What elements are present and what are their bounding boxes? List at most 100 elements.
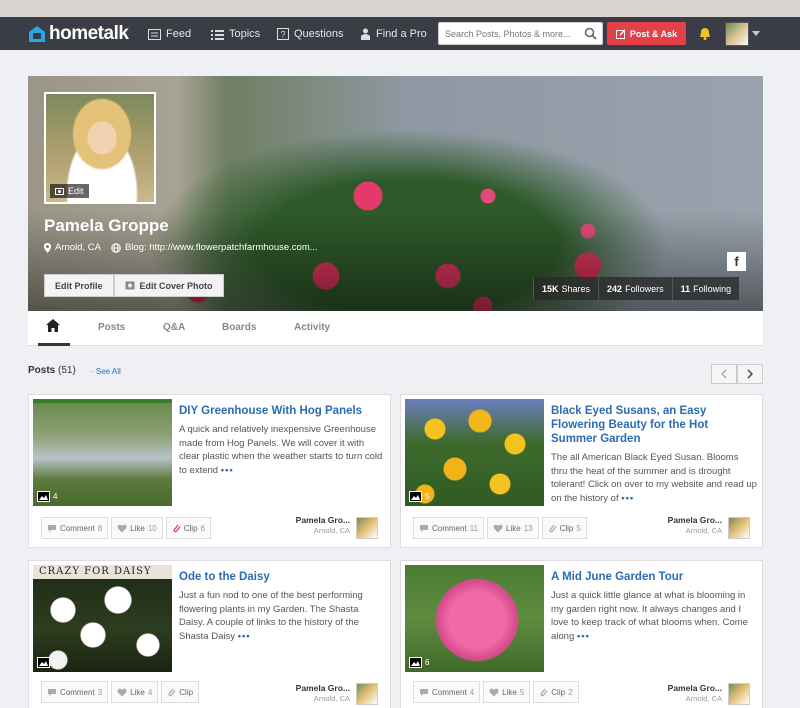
profile-meta: Arnold, CA Blog: http://www.flowerpatchf… bbox=[44, 242, 318, 253]
more-icon[interactable]: ••• bbox=[621, 493, 634, 504]
post-title[interactable]: Ode to the Daisy bbox=[179, 570, 385, 584]
nav-topics[interactable]: Topics bbox=[211, 26, 260, 42]
comment-button[interactable]: Comment 11 bbox=[413, 517, 484, 539]
post-title[interactable]: Black Eyed Susans, an Easy Flowering Bea… bbox=[551, 404, 757, 446]
active-tab-indicator bbox=[38, 343, 70, 346]
comment-button[interactable]: Comment 3 bbox=[41, 681, 109, 703]
post-actions: Comment 8 Like 10 Clip 6 bbox=[41, 517, 214, 539]
heart-icon bbox=[493, 524, 503, 532]
post-image[interactable]: 5 bbox=[405, 399, 544, 506]
more-icon[interactable]: ••• bbox=[577, 631, 590, 642]
author-name[interactable]: Pamela Gro... bbox=[668, 515, 722, 525]
tab-activity[interactable]: Activity bbox=[294, 322, 330, 333]
author-avatar[interactable] bbox=[728, 517, 750, 539]
tab-posts[interactable]: Posts bbox=[98, 322, 125, 333]
facebook-icon[interactable]: f bbox=[727, 252, 746, 271]
posts-count: (51) bbox=[58, 365, 76, 376]
posts-pager bbox=[711, 364, 763, 384]
profile-stats: 15K Shares 242 Followers 11 Following bbox=[533, 277, 740, 300]
author-name[interactable]: Pamela Gro... bbox=[296, 683, 350, 693]
post-title[interactable]: A Mid June Garden Tour bbox=[551, 570, 757, 584]
brand-name: hometalk bbox=[49, 23, 129, 44]
stat-following[interactable]: 11 Following bbox=[671, 277, 740, 300]
author-avatar[interactable] bbox=[356, 683, 378, 705]
post-author: Pamela Gro... Arnold, CA bbox=[296, 515, 350, 535]
author-location: Arnold, CA bbox=[685, 526, 722, 535]
photo-count-badge: 6 bbox=[409, 657, 429, 668]
blog-link[interactable]: Blog: http://www.flowerpatchfarmhouse.co… bbox=[111, 242, 318, 253]
photo-edit-button[interactable]: Edit bbox=[50, 184, 89, 198]
see-all-link[interactable]: · See All bbox=[91, 367, 121, 376]
bell-icon[interactable] bbox=[699, 27, 711, 40]
browser-top-strip bbox=[0, 0, 800, 17]
author-name[interactable]: Pamela Gro... bbox=[668, 683, 722, 693]
post-description: Just a quick little glance at what is bl… bbox=[551, 589, 757, 643]
edit-profile-button[interactable]: Edit Profile bbox=[44, 274, 114, 297]
paperclip-icon bbox=[549, 524, 557, 533]
tab-boards[interactable]: Boards bbox=[222, 322, 256, 333]
post-card[interactable]: CRAZY FOR DAISY 5 Ode to the Daisy Just … bbox=[28, 560, 391, 708]
more-icon[interactable]: ••• bbox=[238, 631, 251, 642]
post-description-text: Just a fun nod to one of the best perfor… bbox=[179, 590, 363, 642]
like-label: Like bbox=[130, 523, 145, 533]
user-avatar[interactable] bbox=[725, 22, 749, 46]
paperclip-icon bbox=[540, 688, 548, 697]
stat-shares[interactable]: 15K Shares bbox=[533, 277, 599, 300]
location: Arnold, CA bbox=[44, 242, 101, 253]
like-button[interactable]: Like 10 bbox=[111, 517, 163, 539]
post-card[interactable]: 4 DIY Greenhouse With Hog Panels A quick… bbox=[28, 394, 391, 548]
post-author: Pamela Gro... Arnold, CA bbox=[668, 515, 722, 535]
cover-buttons: Edit Profile Edit Cover Photo bbox=[44, 274, 224, 297]
home-icon[interactable] bbox=[46, 319, 60, 332]
stat-followers[interactable]: 242 Followers bbox=[598, 277, 672, 300]
prev-button[interactable] bbox=[711, 364, 737, 384]
post-card[interactable]: 5 Black Eyed Susans, an Easy Flowering B… bbox=[400, 394, 763, 548]
post-image[interactable]: 4 bbox=[33, 399, 172, 506]
post-image[interactable]: 6 bbox=[405, 565, 544, 672]
author-name[interactable]: Pamela Gro... bbox=[296, 515, 350, 525]
nav-questions[interactable]: ? Questions bbox=[277, 26, 344, 42]
profile-tabs: Posts Q&A Boards Activity bbox=[28, 311, 763, 346]
clip-button[interactable]: Clip 2 bbox=[533, 681, 579, 703]
post-title[interactable]: DIY Greenhouse With Hog Panels bbox=[179, 404, 385, 418]
clip-button[interactable]: Clip 5 bbox=[541, 517, 587, 539]
search-icon[interactable] bbox=[584, 27, 597, 40]
clip-label: Clip bbox=[183, 523, 198, 533]
like-button[interactable]: Like 13 bbox=[487, 517, 539, 539]
like-button[interactable]: Like 5 bbox=[483, 681, 531, 703]
clip-button[interactable]: Clip bbox=[161, 681, 200, 703]
photo-edit-label: Edit bbox=[68, 186, 84, 196]
post-description: The all American Black Eyed Susan. Bloom… bbox=[551, 451, 757, 505]
clip-button[interactable]: Clip 6 bbox=[165, 517, 211, 539]
nav-find-pro[interactable]: Find a Pro bbox=[360, 26, 427, 42]
post-image[interactable]: CRAZY FOR DAISY 5 bbox=[33, 565, 172, 672]
comment-count: 3 bbox=[97, 687, 103, 697]
like-count: 10 bbox=[147, 523, 157, 533]
photo-count: 5 bbox=[53, 658, 58, 667]
comment-count: 4 bbox=[469, 687, 475, 697]
photos-icon bbox=[37, 657, 50, 668]
comment-button[interactable]: Comment 4 bbox=[413, 681, 481, 703]
like-button[interactable]: Like 4 bbox=[111, 681, 159, 703]
post-card[interactable]: 6 A Mid June Garden Tour Just a quick li… bbox=[400, 560, 763, 708]
tab-qa[interactable]: Q&A bbox=[163, 322, 185, 333]
hometalk-logo[interactable]: hometalk bbox=[28, 23, 129, 45]
profile-photo[interactable]: Edit bbox=[44, 92, 156, 204]
photos-icon bbox=[37, 491, 50, 502]
photo-icon bbox=[125, 281, 135, 290]
edit-cover-button[interactable]: Edit Cover Photo bbox=[113, 274, 224, 297]
clip-label: Clip bbox=[179, 687, 194, 697]
author-avatar[interactable] bbox=[356, 517, 378, 539]
nav-find-pro-label: Find a Pro bbox=[376, 28, 427, 40]
next-button[interactable] bbox=[737, 364, 763, 384]
comment-label: Comment bbox=[60, 687, 95, 697]
search-input[interactable] bbox=[439, 23, 579, 44]
post-ask-button[interactable]: Post & Ask bbox=[607, 22, 686, 45]
chevron-down-icon[interactable] bbox=[752, 31, 760, 36]
nav-feed[interactable]: Feed bbox=[148, 26, 191, 42]
post-description-text: The all American Black Eyed Susan. Bloom… bbox=[551, 452, 757, 504]
more-icon[interactable]: ••• bbox=[221, 465, 234, 476]
clip-label: Clip bbox=[551, 687, 566, 697]
comment-button[interactable]: Comment 8 bbox=[41, 517, 109, 539]
author-avatar[interactable] bbox=[728, 683, 750, 705]
